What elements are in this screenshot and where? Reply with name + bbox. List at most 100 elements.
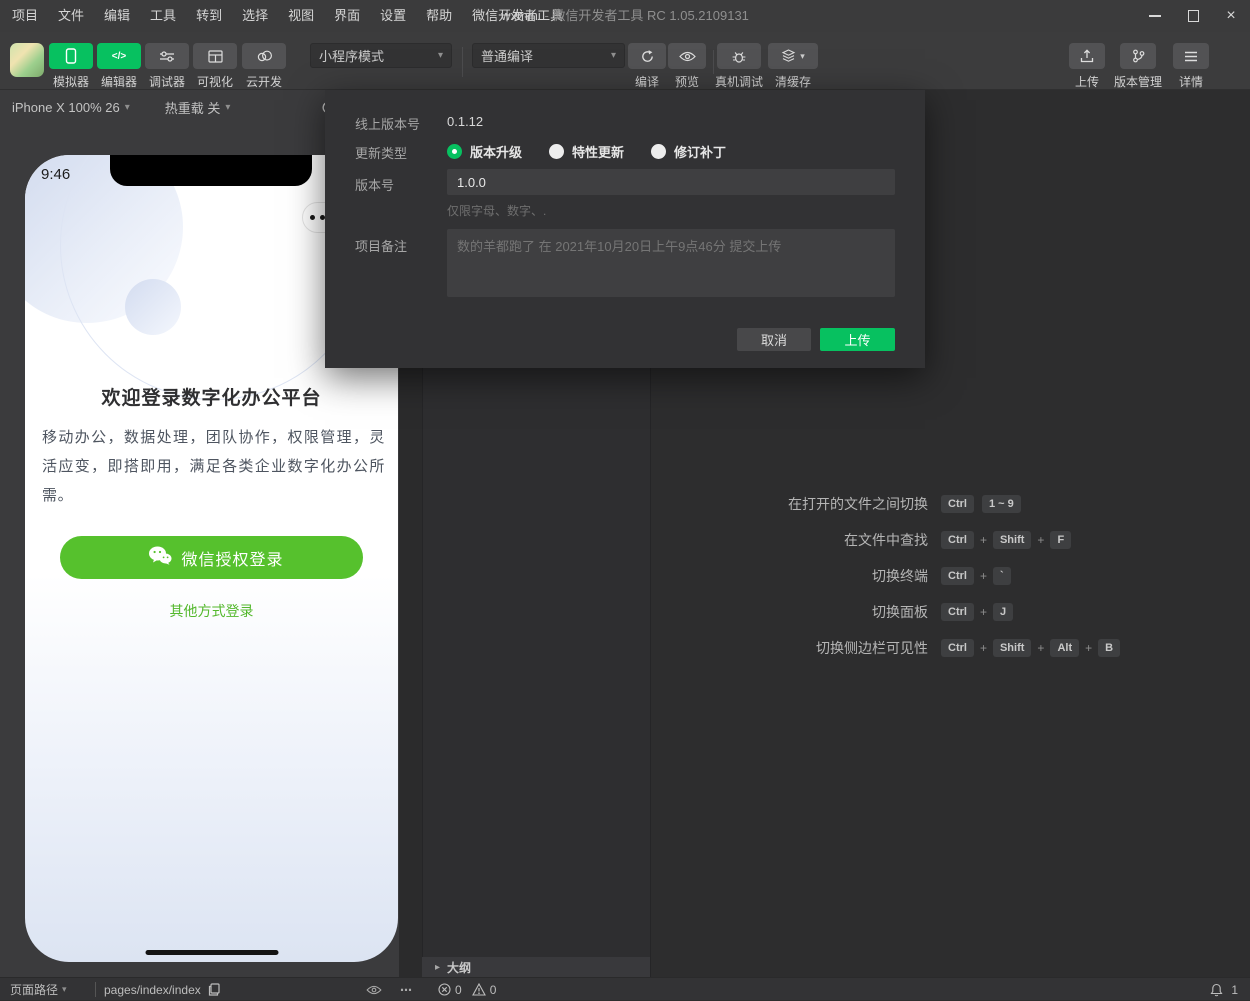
menu-project[interactable]: 项目 [0,0,48,32]
layout-icon [208,50,223,63]
copy-path-icon[interactable] [208,978,220,1001]
maximize-icon [1188,10,1199,22]
version-number-input[interactable] [447,169,895,195]
capsule-dot [310,215,315,220]
home-indicator [145,950,278,955]
error-icon [438,983,451,996]
user-avatar[interactable] [10,43,44,77]
radio-selected-icon [447,144,462,159]
radio-feature-update[interactable]: 特性更新 [549,142,624,161]
compile-button[interactable]: 编译 [628,43,666,90]
upload-button[interactable]: 上传 [1068,43,1106,90]
menu-edit[interactable]: 编辑 [94,0,140,32]
menu-devtools[interactable]: 微信开发者工具 [462,0,573,32]
shortcut-row: 在文件中查找 Ctrl+ Shift+ F [651,530,1250,550]
decor-circle-small [125,279,181,335]
eye-toggle-icon[interactable] [366,978,382,1001]
welcome-description: 移动办公，数据处理，团队协作，权限管理，灵活应变，即搭即用，满足各类企业数字化办… [42,423,385,510]
wechat-login-button[interactable]: 微信授权登录 [60,536,363,579]
status-time: 9:46 [41,166,70,183]
page-path-value: pages/index/index [104,978,201,1001]
toolbar-simulator-button[interactable]: 模拟器 [48,43,94,90]
other-login-link[interactable]: 其他方式登录 [25,601,398,621]
status-bar: 页面路径▾ pages/index/index ⋯ 0 0 1 [0,977,1250,1000]
cancel-button[interactable]: 取消 [737,328,811,351]
mode-select[interactable]: 小程序模式 ▾ [310,43,452,68]
phone-notch [110,155,312,186]
menu-interface[interactable]: 界面 [324,0,370,32]
shortcut-row: 切换侧边栏可见性 Ctrl+ Shift+ Alt+ B [651,638,1250,658]
toolbar-clouddev-button[interactable]: 云开发 [241,43,287,90]
shortcut-row: 切换面板 Ctrl+ J [651,602,1250,622]
preview-button[interactable]: 预览 [668,43,706,90]
wechat-icon [148,546,172,570]
chevron-down-icon: ▾ [438,50,443,61]
main-toolbar: 模拟器 </> 编辑器 调试器 可视化 云开发 小程序模式 ▾ 普通编译 ▾ 编… [0,32,1250,90]
chevron-down-icon: ▾ [611,50,616,61]
upload-dialog: 线上版本号 0.1.12 更新类型 版本升级 特性更新 修订补丁 版本号 仅限字… [325,90,925,368]
layers-icon [781,49,796,63]
radio-unselected-icon [651,144,666,159]
chevron-down-icon: ▾ [800,51,805,62]
page-path-select[interactable]: 页面路径▾ [10,978,67,1001]
compile-mode-select[interactable]: 普通编译 ▾ [472,43,625,68]
real-device-debug-button[interactable]: 真机调试 [715,43,763,90]
project-remark-textarea[interactable] [447,229,895,297]
online-version-label: 线上版本号 [355,114,445,133]
version-manage-button[interactable]: 版本管理 [1114,43,1162,90]
maximize-button[interactable] [1174,0,1212,32]
toolbar-visualize-button[interactable]: 可视化 [192,43,238,90]
chevron-down-icon: ▾ [62,984,67,995]
menu-select[interactable]: 选择 [232,0,278,32]
details-button[interactable]: 详情 [1172,43,1210,90]
toolbar-debugger-button[interactable]: 调试器 [144,43,190,90]
project-remark-label: 项目备注 [355,236,445,255]
problems-indicator[interactable]: 0 0 [438,978,506,1001]
menu-lines-icon [1184,51,1198,62]
radio-patch-fix[interactable]: 修订补丁 [651,142,726,161]
decor-circle-ring [60,155,370,400]
menu-file[interactable]: 文件 [48,0,94,32]
shortcut-row: 切换终端 Ctrl+ ` [651,566,1250,586]
outline-section[interactable]: ▸ 大纲 [422,957,650,977]
chevron-down-icon: ▾ [225,102,230,113]
shortcut-hints: 在打开的文件之间切换 Ctrl 1 ~ 9 在文件中查找 Ctrl+ Shift… [651,494,1250,674]
online-version-value: 0.1.12 [447,114,483,129]
device-select[interactable]: iPhone X 100% 26▾ [12,100,130,115]
close-icon: × [1226,8,1235,24]
menu-tools[interactable]: 工具 [140,0,186,32]
eye-icon [679,51,696,62]
minimize-button[interactable] [1136,0,1174,32]
hot-reload-select[interactable]: 热重载 关▾ [165,98,231,117]
minimize-icon [1149,15,1161,17]
code-icon: </> [112,51,126,62]
upload-icon [1080,49,1094,63]
chevron-right-icon: ▸ [435,962,440,973]
notifications-bell[interactable]: 1 [1210,978,1238,1001]
menu-settings[interactable]: 设置 [370,0,416,32]
welcome-title: 欢迎登录数字化办公平台 [25,383,398,410]
cloud-icon [256,50,273,62]
bug-icon [731,49,747,64]
more-options-icon[interactable]: ⋯ [400,978,412,1001]
phone-icon [65,48,77,64]
title-bar: 项目 文件 编辑 工具 转到 选择 视图 界面 设置 帮助 微信开发者工具 wx… [0,0,1250,32]
refresh-icon [640,49,655,64]
update-type-radio-group: 版本升级 特性更新 修订补丁 [447,142,753,161]
toolbar-editor-button[interactable]: </> 编辑器 [96,43,142,90]
radio-version-upgrade[interactable]: 版本升级 [447,142,522,161]
version-number-label: 版本号 [355,175,445,194]
shortcut-row: 在打开的文件之间切换 Ctrl 1 ~ 9 [651,494,1250,514]
clear-cache-button[interactable]: ▾ 清缓存 [768,43,818,90]
chevron-down-icon: ▾ [125,102,130,113]
menu-goto[interactable]: 转到 [186,0,232,32]
update-type-label: 更新类型 [355,143,445,162]
menu-view[interactable]: 视图 [278,0,324,32]
menu-help[interactable]: 帮助 [416,0,462,32]
version-hint: 仅限字母、数字、. [447,202,546,219]
sliders-icon [159,50,175,62]
bell-icon [1210,983,1223,997]
radio-unselected-icon [549,144,564,159]
close-button[interactable]: × [1212,0,1250,32]
upload-confirm-button[interactable]: 上传 [820,328,895,351]
